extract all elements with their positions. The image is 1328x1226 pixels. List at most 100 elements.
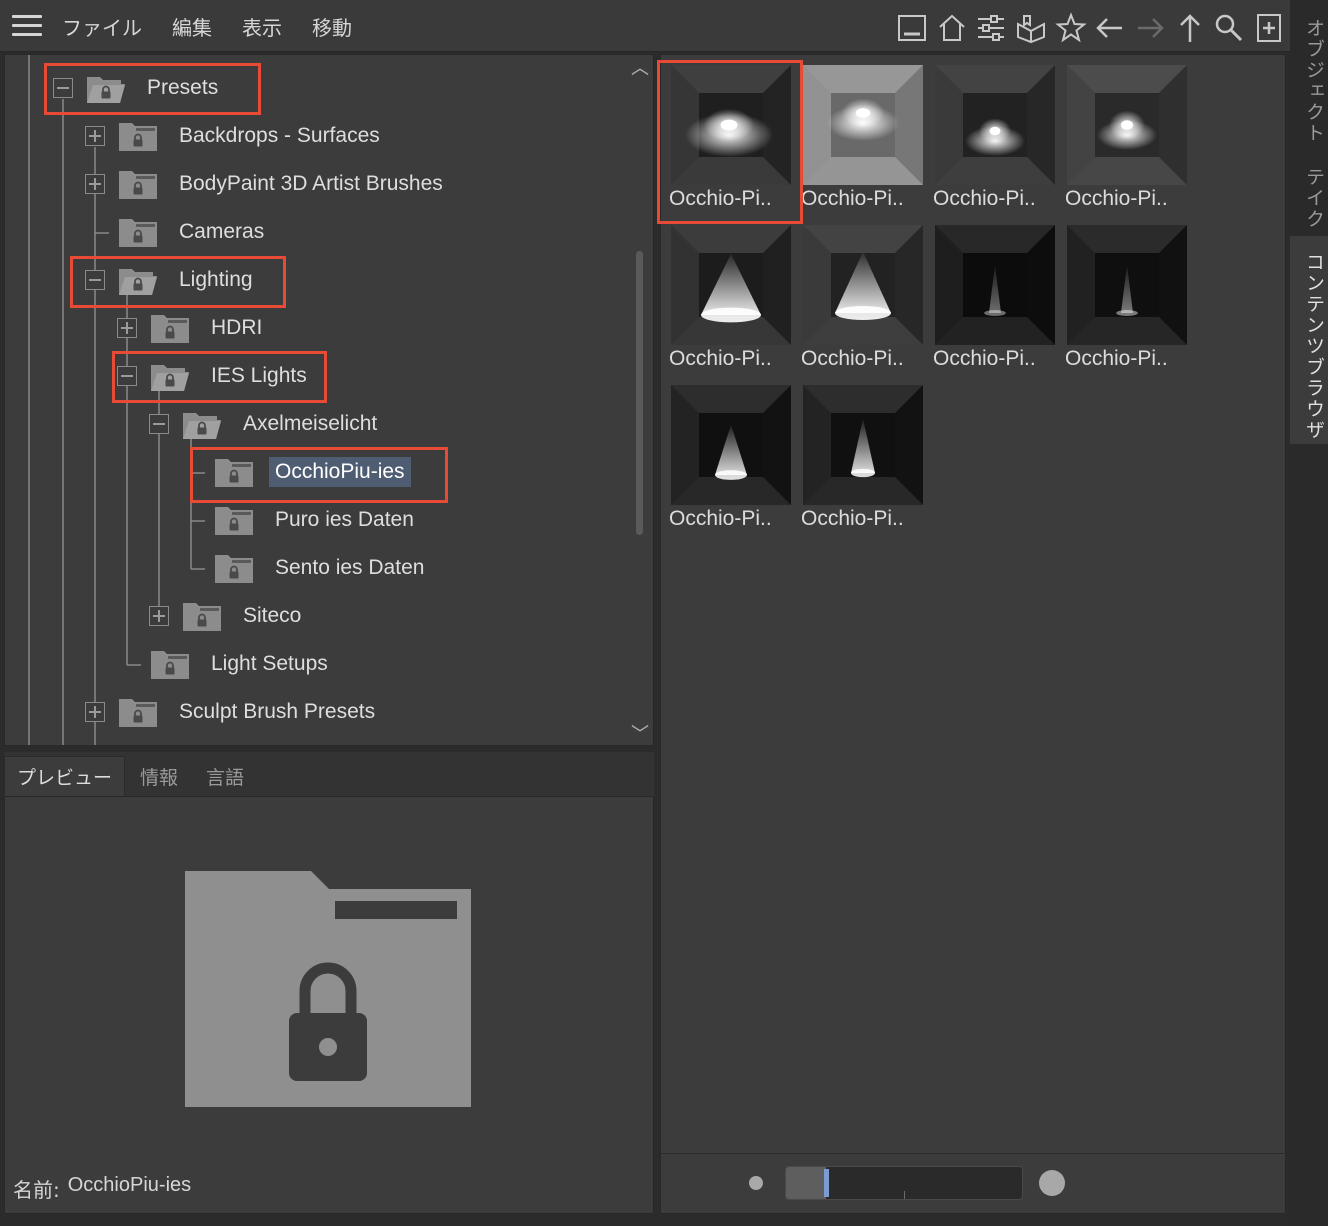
menu-bar: ファイル 編集 表示 移動 — [0, 0, 1290, 52]
content-thumbnails[interactable]: Occhio-Pi.. Occhio-Pi.. Occhio-Pi.. Occhio-… — [657, 54, 1286, 1214]
tree-item-label: Cameras — [179, 220, 265, 243]
tree-item-puro-ies-daten[interactable]: Puro ies Daten — [181, 498, 420, 542]
side-tab-takes[interactable]: テイク — [1290, 150, 1328, 234]
toolbar — [892, 10, 1289, 46]
up-arrow-icon[interactable] — [1170, 10, 1210, 46]
menu-edit[interactable]: 編集 — [172, 12, 212, 41]
tree-item-occhiopiu-ies[interactable]: OcchioPiu-ies — [181, 450, 411, 494]
tree-item-hdri[interactable]: HDRI — [117, 306, 268, 350]
tree-item-label: OcchioPiu-ies — [269, 457, 411, 487]
tree-item-sento-ies-daten[interactable]: Sento ies Daten — [181, 546, 430, 590]
tab-language[interactable]: 言語 — [194, 756, 256, 796]
thumbnail-caption: Occhio-Pi.. — [669, 507, 772, 530]
search-icon[interactable] — [1210, 10, 1250, 46]
zoom-large-icon[interactable] — [1039, 1170, 1065, 1196]
tree-item-sculpt-brush-presets[interactable]: Sculpt Brush Presets — [85, 690, 381, 734]
home-icon[interactable] — [932, 10, 972, 46]
tree-scrollbar[interactable]: ︿ ﹀ — [627, 55, 653, 745]
locked-folder-icon — [117, 167, 159, 201]
ies-light-preview-image — [1067, 65, 1187, 185]
collapse-icon[interactable] — [53, 78, 73, 98]
open-locked-folder-icon — [181, 407, 223, 441]
menu-view[interactable]: 表示 — [242, 12, 282, 41]
tab-preview[interactable]: プレビュー — [4, 756, 126, 796]
thumbnail-item[interactable]: Occhio-Pi.. — [665, 59, 791, 211]
hamburger-menu-icon[interactable] — [12, 15, 42, 37]
star-icon[interactable] — [1051, 10, 1091, 46]
side-tabs: オブジェクト テイク コンテンツブラウザ — [1290, 0, 1328, 1226]
folder-tree[interactable]: Presets Backdrops - Surfaces BodyPaint 3D … — [4, 54, 654, 746]
tab-info[interactable]: 情報 — [128, 756, 190, 796]
forward-arrow-icon[interactable] — [1130, 10, 1170, 46]
collapse-icon[interactable] — [85, 270, 105, 290]
menu-file[interactable]: ファイル — [62, 12, 142, 41]
thumbnail-caption: Occhio-Pi.. — [669, 187, 772, 210]
catalog-book-icon[interactable] — [1011, 10, 1051, 46]
tree-item-label: Puro ies Daten — [275, 508, 414, 531]
thumbnail-item[interactable]: Occhio-Pi.. — [1061, 59, 1187, 211]
tree-item-label: Axelmeiselicht — [243, 412, 378, 435]
zoom-small-icon[interactable] — [749, 1176, 763, 1190]
tree-item-light-setups[interactable]: Light Setups — [117, 642, 334, 686]
menu-go[interactable]: 移動 — [312, 12, 352, 41]
tree-item-label: Sculpt Brush Presets — [179, 700, 376, 723]
collapse-icon[interactable] — [149, 414, 169, 434]
tree-item-cameras[interactable]: Cameras — [85, 210, 270, 254]
back-arrow-icon[interactable] — [1090, 10, 1130, 46]
locked-folder-preview-icon — [185, 871, 471, 1107]
locked-folder-icon — [117, 119, 159, 153]
expand-icon[interactable] — [85, 174, 105, 194]
collapse-icon[interactable] — [117, 366, 137, 386]
thumbnail-caption: Occhio-Pi.. — [933, 347, 1036, 370]
thumbnail-item[interactable]: Occhio-Pi.. — [797, 219, 923, 371]
tree-item-backdrops-surfaces[interactable]: Backdrops - Surfaces — [85, 114, 386, 158]
scroll-up-icon[interactable]: ︿ — [629, 57, 651, 79]
tree-item-label: HDRI — [211, 316, 263, 339]
new-item-icon[interactable] — [1249, 10, 1289, 46]
settings-sliders-icon[interactable] — [971, 10, 1011, 46]
thumbnail-caption: Occhio-Pi.. — [1065, 347, 1168, 370]
expand-icon[interactable] — [85, 126, 105, 146]
thumbnail-item[interactable]: Occhio-Pi.. — [929, 59, 1055, 211]
tree-item-siteco[interactable]: Siteco — [149, 594, 307, 638]
tree-item-label: Lighting — [179, 268, 253, 291]
ies-light-preview-image — [671, 225, 791, 345]
expand-icon[interactable] — [149, 606, 169, 626]
ies-light-preview-image — [803, 65, 923, 185]
side-tab-objects[interactable]: オブジェクト — [1290, 0, 1328, 150]
panel-icon[interactable] — [892, 10, 932, 46]
thumbnail-size-bar — [661, 1153, 1285, 1213]
thumbnail-item[interactable]: Occhio-Pi.. — [929, 219, 1055, 371]
tree-item-axelmeiselicht[interactable]: Axelmeiselicht — [149, 402, 383, 446]
slider-tick — [904, 1191, 905, 1199]
locked-folder-icon — [213, 503, 255, 537]
tree-item-label: IES Lights — [211, 364, 307, 387]
thumbnail-caption: Occhio-Pi.. — [1065, 187, 1168, 210]
expand-icon[interactable] — [85, 702, 105, 722]
thumbnail-item[interactable]: Occhio-Pi.. — [797, 379, 923, 531]
scroll-down-icon[interactable]: ﹀ — [629, 723, 651, 745]
ies-light-preview-image — [803, 225, 923, 345]
thumbnail-item[interactable]: Occhio-Pi.. — [665, 379, 791, 531]
ies-light-preview-image — [671, 385, 791, 505]
tree-item-lighting[interactable]: Lighting — [85, 258, 259, 302]
locked-folder-icon — [149, 647, 191, 681]
ies-light-preview-image — [935, 65, 1055, 185]
thumbnail-item[interactable]: Occhio-Pi.. — [665, 219, 791, 371]
tree-item-bodypaint-3d-artist-brushes[interactable]: BodyPaint 3D Artist Brushes — [85, 162, 449, 206]
ies-light-preview-image — [671, 65, 791, 185]
name-value: OcchioPiu-ies — [67, 1174, 192, 1196]
slider-handle[interactable] — [824, 1169, 829, 1197]
thumbnail-item[interactable]: Occhio-Pi.. — [1061, 219, 1187, 371]
tree-item-presets[interactable]: Presets — [53, 66, 224, 110]
scroll-thumb[interactable] — [636, 251, 643, 535]
expand-icon[interactable] — [117, 318, 137, 338]
thumbnail-item[interactable]: Occhio-Pi.. — [797, 59, 923, 211]
thumbnail-caption: Occhio-Pi.. — [933, 187, 1036, 210]
tree-item-label: Sento ies Daten — [275, 556, 425, 579]
side-tab-content-browser[interactable]: コンテンツブラウザ — [1290, 236, 1328, 444]
thumbnail-caption: Occhio-Pi.. — [669, 347, 772, 370]
thumbnail-size-slider[interactable] — [785, 1166, 1023, 1200]
tree-item-ies-lights[interactable]: IES Lights — [117, 354, 313, 398]
